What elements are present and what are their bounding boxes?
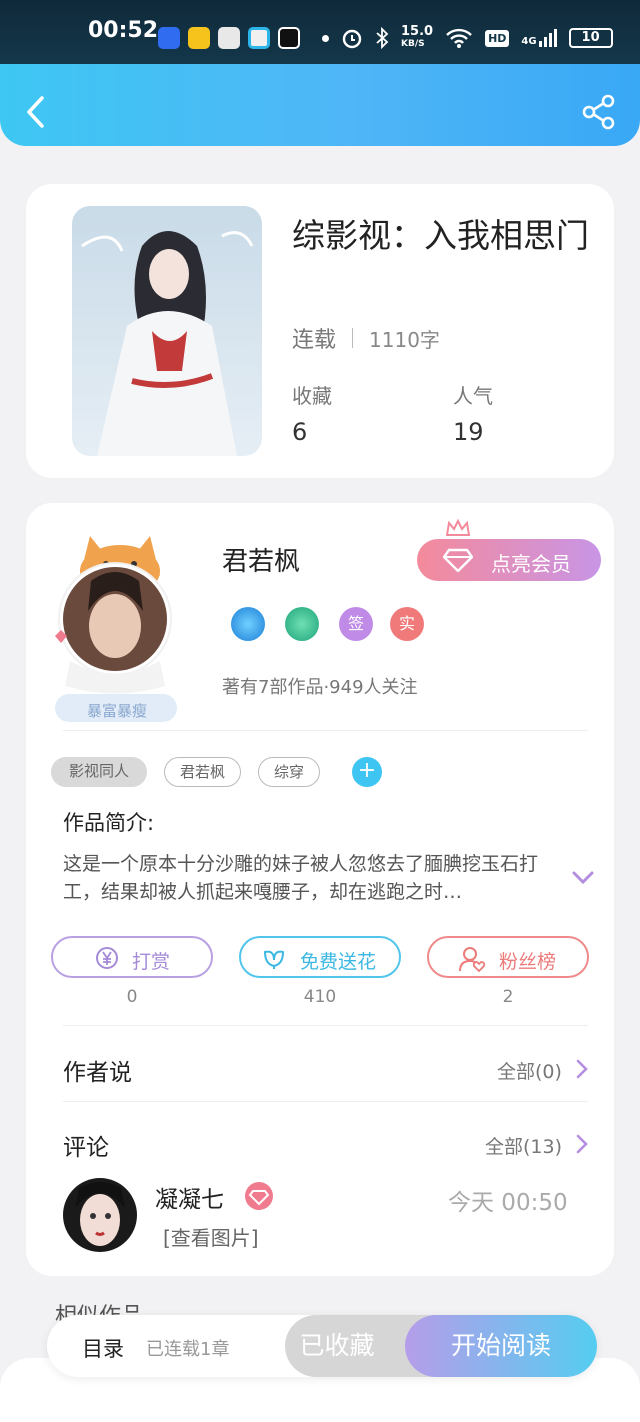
net-speed: 15.0 KB/S [401,24,434,49]
yuan-icon [96,947,118,969]
author-stats: 著有7部作品·949人关注 [222,677,418,698]
flower-count: 410 [303,987,337,1007]
book-cover[interactable] [72,206,262,456]
comment-text[interactable]: [查看图片] [163,1222,259,1251]
chevron-right-icon[interactable] [575,1133,589,1155]
fans-count: 2 [502,987,514,1007]
book-meta: 连载 1110字 [292,322,440,354]
flower-icon [263,950,285,969]
activate-vip-button[interactable]: 点亮会员 [417,519,601,581]
table-of-contents-button[interactable]: 目录 [82,1333,124,1363]
fans-label: 粉丝榜 [499,951,557,973]
level-medal-icon[interactable] [231,607,265,641]
system-icons: 15.0 KB/S HD 4G 10 [322,24,613,50]
commenter-vip-badge [245,1182,273,1210]
avatar-tag: 暴富暴瘦 [87,702,148,720]
chevron-right-icon[interactable] [575,1058,589,1080]
status-time: 00:52 [88,18,159,43]
author-says-all-link[interactable]: 全部(0) [497,1057,562,1084]
tiktok-app-icon [278,27,300,49]
reward-label: 打赏 [132,951,171,973]
author-says-title: 作者说 [63,1060,132,1086]
comments-all-link[interactable]: 全部(13) [485,1132,562,1159]
alarm-icon [342,29,362,49]
header-bar: 00:52 15.0 KB/S HD 4G 10 [0,0,640,146]
person-heart-icon [459,947,486,972]
commenter-avatar[interactable] [63,1178,137,1252]
start-reading-button[interactable]: 开始阅读 [405,1315,597,1377]
toutiao-app-icon [218,27,240,49]
crown-icon [445,519,471,536]
favorites-label: 收藏 [292,384,332,408]
reward-button[interactable]: 打赏 [51,936,213,978]
send-flower-button[interactable]: 免费送花 [239,936,401,978]
vip-button-label: 点亮会员 [491,552,571,576]
bluetooth-icon [376,27,389,49]
diamond-icon [443,548,473,572]
reward-count: 0 [126,987,138,1007]
update-status: 已连载1章 [146,1339,230,1360]
favorites-value: 6 [292,418,308,446]
flower-label: 免费送花 [300,951,377,973]
add-tag-button[interactable]: + [352,757,382,787]
diamond-icon [248,1190,270,1206]
notification-icons [158,27,300,49]
cover-illustration [72,206,262,456]
verified-badge[interactable]: 实 [390,607,424,641]
divider [63,1101,588,1102]
signed-author-badge[interactable]: 签 [339,607,373,641]
intro-title: 作品简介: [63,811,155,835]
commenter-avatar-image [63,1178,137,1252]
author-avatar-frame[interactable]: 暴富暴瘦 [50,516,190,726]
signal-icon: 4G [521,29,557,47]
battery-indicator: 10 [568,28,613,48]
back-arrow-icon[interactable] [22,92,48,132]
intro-text: 这是一个原本十分沙雕的妹子被人忽悠去了腼腆挖玉石打工，结果却被人抓起来嘎腰子，却… [63,853,539,903]
comments-title: 评论 [63,1135,109,1161]
word-count: 1110字 [369,327,440,352]
popularity-value: 19 [453,418,484,446]
author-name[interactable]: 君若枫 [222,541,300,578]
popularity-label: 人气 [453,384,493,408]
browser-app-icon [248,27,270,49]
fan-ranking-button[interactable]: 粉丝榜 [427,936,589,978]
dot-icon [322,34,329,42]
meta-divider [352,328,354,348]
share-icon[interactable] [582,94,616,130]
hd-icon: HD [485,29,510,47]
comment-time: 今天 00:50 [448,1190,568,1216]
book-status: 连载 [292,328,337,353]
tag-item[interactable]: 综穿 [258,757,320,787]
handshake-medal-icon[interactable] [285,607,319,641]
book-title: 综影视：入我相思门 [292,216,589,255]
status-bar: 00:52 15.0 KB/S HD 4G 10 [0,0,640,64]
tag-item[interactable]: 君若枫 [164,757,241,787]
avatar-decoration [55,536,177,722]
chevron-down-icon[interactable] [570,866,596,888]
baidu-app-icon [158,27,180,49]
commenter-name[interactable]: 凝凝七 [155,1180,224,1214]
wifi-icon [446,28,472,48]
notes-app-icon [188,27,210,49]
divider [63,730,588,731]
tag-item[interactable]: 影视同人 [51,757,147,787]
divider [63,1025,588,1026]
